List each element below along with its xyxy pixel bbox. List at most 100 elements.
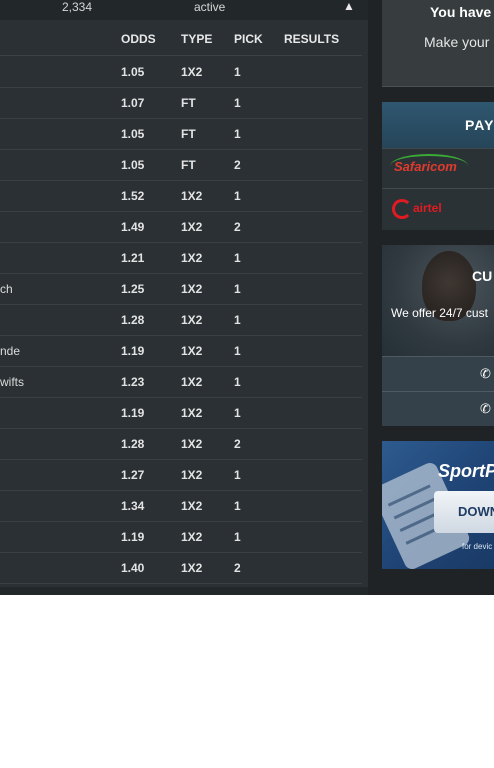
table-row: 1.34 1X2 1 (0, 490, 362, 522)
tips-table-panel: 2,334 active ▲ ODDS TYPE PICK RESULTS 1.… (0, 0, 368, 595)
download-button[interactable]: DOWN (434, 491, 494, 533)
odds-cell: 1.28 (121, 313, 145, 327)
table-row: 1.05 1X2 1 (0, 56, 362, 88)
match-name: wifts (0, 375, 24, 389)
odds-cell: 1.28 (121, 437, 145, 451)
type-cell: 1X2 (181, 65, 203, 79)
type-cell: 1X2 (181, 406, 203, 420)
table-row: 1.05 FT 2 (0, 149, 362, 181)
table-footer (0, 587, 368, 595)
odds-cell: 1.19 (121, 406, 145, 420)
odds-cell: 1.05 (121, 127, 145, 141)
table-row: 1.40 1X2 2 (0, 552, 362, 584)
odds-cell: 1.05 (121, 158, 145, 172)
table-row: nde 1.19 1X2 1 (0, 335, 362, 367)
type-cell: 1X2 (181, 344, 203, 358)
support-agent-image (382, 245, 494, 356)
type-cell: FT (181, 158, 196, 172)
type-cell: 1X2 (181, 375, 203, 389)
pick-cell: 2 (234, 561, 241, 575)
header-type: TYPE (181, 32, 213, 46)
table-row: 1.49 1X2 2 (0, 211, 362, 243)
odds-cell: 1.52 (121, 189, 145, 203)
app-title: SportP (438, 461, 494, 481)
pick-cell: 1 (234, 406, 241, 420)
header-pick: PICK (234, 32, 263, 46)
type-cell: 1X2 (181, 220, 203, 234)
active-card-subtitle: Make your (424, 34, 490, 50)
pick-cell: 2 (234, 437, 241, 451)
active-card-title: You have (430, 4, 492, 20)
type-cell: 1X2 (181, 282, 203, 296)
type-cell: 1X2 (181, 468, 203, 482)
odds-cell: 1.21 (121, 251, 145, 265)
odds-cell: 1.19 (121, 530, 145, 544)
table-header: ODDS TYPE PICK RESULTS (0, 24, 362, 56)
pick-cell: 1 (234, 375, 241, 389)
main-area: 2,334 active ▲ ODDS TYPE PICK RESULTS 1.… (0, 0, 494, 595)
odds-cell: 1.25 (121, 282, 145, 296)
customer-care-panel: CU We offer 24/7 cust ✆ ✆ (382, 245, 494, 426)
type-cell: 1X2 (181, 189, 203, 203)
header-results: RESULTS (284, 32, 340, 46)
active-tips-card: You have Make your (382, 0, 494, 87)
table-row: 1.21 1X2 1 (0, 242, 362, 274)
payment-header: PAY (382, 102, 494, 148)
pick-cell: 1 (234, 468, 241, 482)
header-odds: ODDS (121, 32, 156, 46)
table-row: 1.05 FT 1 (0, 118, 362, 150)
table-row: wifts 1.23 1X2 1 (0, 366, 362, 398)
pick-cell: 2 (234, 220, 241, 234)
odds-cell: 1.05 (121, 65, 145, 79)
tips-count: 2,334 (62, 0, 93, 14)
airtel-logo: airtel (392, 199, 442, 219)
type-cell: FT (181, 96, 196, 110)
pick-cell: 1 (234, 282, 241, 296)
type-cell: 1X2 (181, 251, 203, 265)
type-cell: 1X2 (181, 437, 203, 451)
table-row: 1.19 1X2 1 (0, 521, 362, 553)
caret-up-icon[interactable]: ▲ (343, 0, 355, 13)
type-cell: 1X2 (181, 313, 203, 327)
odds-cell: 1.07 (121, 96, 145, 110)
pick-cell: 1 (234, 189, 241, 203)
summary-bar: 2,334 active ▲ (0, 0, 368, 20)
type-cell: FT (181, 127, 196, 141)
pick-cell: 1 (234, 65, 241, 79)
pick-cell: 1 (234, 251, 241, 265)
pick-cell: 1 (234, 344, 241, 358)
table-row: 1.07 FT 1 (0, 87, 362, 119)
type-cell: 1X2 (181, 561, 203, 575)
phone-icon: ✆ (480, 366, 491, 381)
care-title: CU (472, 268, 493, 284)
status-label: active (194, 0, 226, 14)
care-subtitle: We offer 24/7 cust (391, 306, 488, 320)
payment-panel: PAY Safaricom airtel (382, 102, 494, 230)
odds-cell: 1.19 (121, 344, 145, 358)
pick-cell: 1 (234, 127, 241, 141)
payment-option-airtel[interactable]: airtel (382, 188, 494, 228)
pick-cell: 1 (234, 313, 241, 327)
pick-cell: 1 (234, 499, 241, 513)
care-phone-row[interactable]: ✆ (382, 356, 494, 391)
pick-cell: 1 (234, 530, 241, 544)
odds-cell: 1.34 (121, 499, 145, 513)
table-row: 1.28 1X2 2 (0, 428, 362, 460)
app-footnote: for devic (462, 542, 493, 551)
table-row: 1.28 1X2 1 (0, 304, 362, 336)
safaricom-logo: Safaricom (390, 154, 468, 174)
odds-cell: 1.40 (121, 561, 145, 575)
odds-cell: 1.27 (121, 468, 145, 482)
care-phone-row[interactable]: ✆ (382, 391, 494, 426)
payment-title: PAY (465, 117, 494, 133)
app-promo-panel: SportP DOWN for devic (382, 441, 494, 569)
type-cell: 1X2 (181, 499, 203, 513)
odds-cell: 1.23 (121, 375, 145, 389)
match-name: ch (0, 282, 13, 296)
table-row: 1.19 1X2 1 (0, 397, 362, 429)
payment-option-safaricom[interactable]: Safaricom (382, 148, 494, 188)
table-row: 1.27 1X2 1 (0, 459, 362, 491)
type-cell: 1X2 (181, 530, 203, 544)
phone-icon: ✆ (480, 401, 491, 416)
table-row: 1.52 1X2 1 (0, 180, 362, 212)
